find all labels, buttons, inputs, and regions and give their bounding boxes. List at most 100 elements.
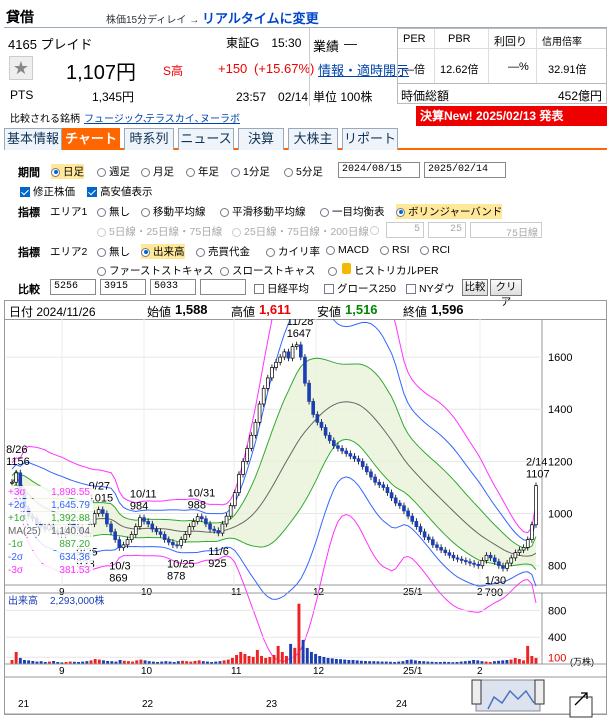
area2-fast-stoch[interactable]: ファーストストキャス <box>97 263 213 278</box>
volume-bar <box>351 659 355 664</box>
ma-input-2[interactable]: 25 <box>428 222 466 238</box>
period-yearly[interactable]: 年足 <box>186 164 219 179</box>
area1-smooth-ma[interactable]: 平滑移動平均線 <box>220 204 306 219</box>
legend-value: 634.36 <box>59 552 90 563</box>
candle <box>385 487 390 494</box>
ma-input-1[interactable]: 5 <box>386 222 424 238</box>
volume-bar <box>339 659 343 664</box>
legend-value: 381.53 <box>59 565 90 576</box>
info-disclosure-link[interactable]: 情報・適時開示 <box>318 60 409 79</box>
area2-none[interactable]: 無し <box>97 244 130 259</box>
period-weekly[interactable]: 週足 <box>97 164 130 179</box>
highlow-check[interactable]: 高安値表示 <box>87 184 153 199</box>
price-change-pct: (+15.67%) <box>254 61 315 76</box>
tab-kessan[interactable]: 決算 <box>238 128 284 150</box>
candle <box>340 448 344 452</box>
volume-bar <box>89 660 93 664</box>
compare-input-1[interactable]: 5256 <box>50 279 96 295</box>
tab-chart[interactable]: チャート <box>62 128 120 150</box>
period-1min[interactable]: 1分足 <box>231 164 270 179</box>
compare-link-1[interactable]: フュージック、 <box>84 110 153 125</box>
ma-opt-1[interactable]: 5日線・25日線・75日線 <box>97 224 222 239</box>
lock-icon <box>342 263 351 274</box>
delay-note: 株価15分ディレイ → <box>106 15 200 26</box>
area2-macd[interactable]: MACD <box>326 244 369 256</box>
area1-bollinger[interactable]: ボリンジャーバンド <box>396 204 503 219</box>
area1-ma[interactable]: 移動平均線 <box>141 204 206 219</box>
volume-bar <box>27 660 31 664</box>
tab-news[interactable]: ニュース <box>178 128 234 150</box>
star-icon[interactable]: ★ <box>9 56 33 80</box>
date-to-input[interactable]: 2025/02/14 <box>424 162 506 178</box>
volume-bar <box>526 645 530 664</box>
pbr-header: PBR <box>448 33 471 45</box>
candle <box>398 502 402 507</box>
ma-opt-custom[interactable] <box>370 224 382 236</box>
compare-link-2[interactable]: テラスカイ、 <box>145 110 205 125</box>
pbr-value: 12.62倍 <box>440 64 479 76</box>
compare-link-3[interactable]: ヌーラボ <box>200 110 240 125</box>
area1-none[interactable]: 無し <box>97 204 130 219</box>
candle <box>472 562 476 565</box>
candle <box>406 510 410 517</box>
clear-button[interactable]: クリア <box>490 279 522 308</box>
candle <box>166 539 171 543</box>
annotation-value: 988 <box>188 500 206 512</box>
candle <box>369 471 373 478</box>
navigator-handle-right <box>534 679 545 705</box>
candle <box>228 505 233 517</box>
y-tick-label: 800 <box>548 561 566 573</box>
area1-ichimoku[interactable]: 一目均衡表 <box>320 204 385 219</box>
pts-price: 1,345円 <box>92 90 135 104</box>
check-nikkei[interactable]: 日経平均 <box>254 281 309 296</box>
compare-input-2[interactable]: 3915 <box>100 279 146 295</box>
area2-rci[interactable]: RCI <box>420 244 450 256</box>
price-chart[interactable]: 1600 1400 1200 1000 800 9 10 11 12 25/1 2 8/261156 9… <box>4 319 607 719</box>
candle <box>208 523 212 530</box>
check-growth250[interactable]: グロース250 <box>324 281 396 296</box>
tab-timeseries[interactable]: 時系列 <box>124 128 174 150</box>
realtime-link[interactable]: リアルタイムに変更 <box>202 8 319 27</box>
candle <box>195 516 200 522</box>
ma-input-3[interactable]: 75日線 <box>470 222 542 238</box>
area2-hist-per[interactable]: ヒストリカルPER <box>328 263 439 278</box>
compare-input-4[interactable] <box>200 279 246 295</box>
area2-volume[interactable]: 出来高 <box>141 244 185 259</box>
period-daily[interactable]: 日足 <box>51 164 84 179</box>
candle <box>249 434 254 449</box>
period-5min[interactable]: 5分足 <box>284 164 323 179</box>
y-tick-label: 1000 <box>548 509 572 521</box>
candle <box>439 547 443 551</box>
kessan-banner[interactable]: 決算New! 2025/02/13 発表 <box>416 106 607 126</box>
tab-report[interactable]: リポート <box>342 128 398 150</box>
adjust-price-check[interactable]: 修正株価 <box>20 184 75 199</box>
volume-bar <box>330 658 334 664</box>
candle <box>464 560 468 563</box>
ma-opt-2[interactable]: 25日線・75日線・200日線 <box>232 224 369 239</box>
candle <box>154 528 159 533</box>
compare-button[interactable]: 比較 <box>462 279 488 296</box>
candle <box>534 485 538 526</box>
compare-input-3[interactable]: 5033 <box>150 279 196 295</box>
area2-slow-stoch[interactable]: スローストキャス <box>220 263 315 278</box>
candle <box>212 528 216 531</box>
annotation-date: 1/30 <box>485 575 506 587</box>
margin-label: 貸借 <box>6 9 34 25</box>
candle <box>294 344 299 347</box>
area2-turnover[interactable]: 売買代金 <box>196 244 250 259</box>
volume-bar <box>405 659 409 664</box>
y-tick-label: 1200 <box>548 456 572 468</box>
annotation-date: 10/31 <box>188 488 216 500</box>
candle <box>319 421 324 428</box>
tab-basic-info[interactable]: 基本情報 <box>4 128 62 150</box>
check-nydow[interactable]: NYダウ <box>406 281 455 296</box>
volume-bar <box>139 659 143 664</box>
date-from-input[interactable]: 2024/08/15 <box>338 162 420 178</box>
legend-label: +3σ <box>8 487 26 498</box>
period-monthly[interactable]: 月足 <box>141 164 174 179</box>
tab-major-holders[interactable]: 大株主 <box>288 128 338 150</box>
volume-bar <box>118 659 122 664</box>
volume-tick: 800 <box>548 605 566 617</box>
area2-divergence[interactable]: カイリ率 <box>266 244 320 259</box>
area2-rsi[interactable]: RSI <box>380 244 410 256</box>
